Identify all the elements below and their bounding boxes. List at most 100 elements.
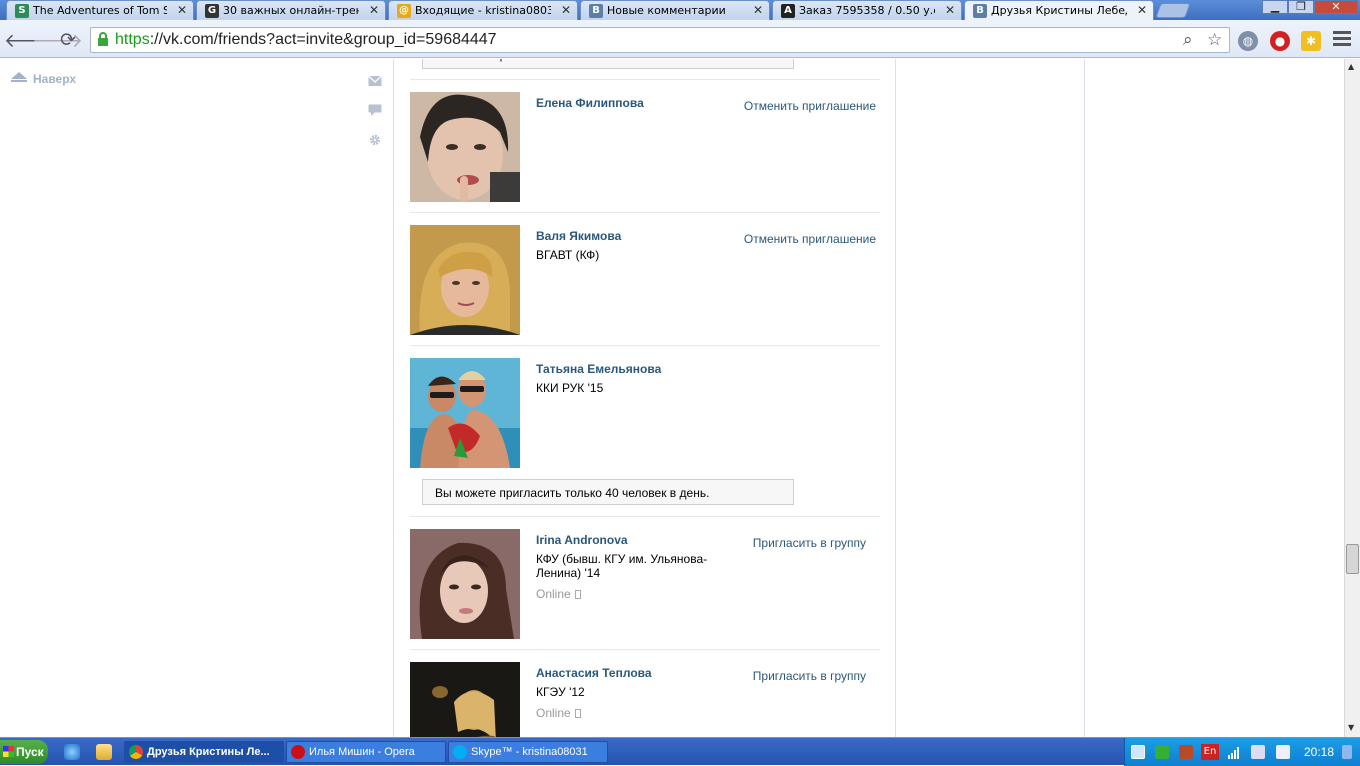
close-tab-icon[interactable]: ✕ [753, 3, 763, 17]
mail-icon[interactable] [368, 75, 382, 87]
new-tab-button[interactable] [1155, 3, 1191, 18]
scroll-up-arrow-icon[interactable] [11, 72, 27, 79]
tab-title: The Adventures of Tom Saw [33, 4, 167, 17]
avatar[interactable] [410, 358, 520, 468]
friend-education: ККИ РУК '15 [536, 381, 604, 395]
cancel-invite-link[interactable]: Отменить приглашение [744, 99, 876, 113]
site-favicon-icon: B [589, 4, 603, 18]
friend-education: КФУ (бывш. КГУ им. Ульянова-Ленина) '14 [536, 552, 708, 580]
volume-icon[interactable] [1276, 745, 1290, 759]
bookmark-star-icon[interactable]: ☆ [1207, 30, 1222, 50]
chrome-icon [129, 745, 143, 759]
taskbar-skype-window[interactable]: Skype™ - kristina08031 [448, 741, 608, 763]
back-to-top-link[interactable]: Наверх [33, 72, 76, 86]
task-label: Илья Мишин - Opera [309, 746, 415, 758]
translate-extension-icon[interactable]: ✱ [1301, 31, 1321, 51]
friend-row: Елена Филиппова Отменить приглашение [410, 80, 880, 213]
close-tab-icon[interactable]: ✕ [369, 3, 379, 17]
ie-quicklaunch-icon[interactable] [64, 744, 80, 760]
friend-row: Irina Andronova КФУ (бывш. КГУ им. Ульян… [410, 517, 880, 650]
opera-icon [291, 745, 305, 759]
online-status: Online [536, 706, 581, 720]
close-window-button[interactable]: ✕ [1314, 0, 1358, 14]
browser-menu-icon[interactable] [1333, 31, 1351, 47]
show-hidden-icons-icon[interactable] [1342, 745, 1352, 759]
friend-name-link[interactable]: Елена Филиппова [536, 96, 644, 110]
maximize-window-button[interactable]: ❐ [1288, 0, 1314, 14]
site-favicon-icon: @ [397, 4, 411, 18]
windows-taskbar: Пуск Друзья Кристины Ле... Илья Мишин - … [0, 737, 1360, 766]
close-tab-icon[interactable]: ✕ [561, 3, 571, 17]
browser-tab-strip: S The Adventures of Tom Saw ✕ G 30 важны… [0, 0, 1360, 20]
close-tab-icon[interactable]: ✕ [945, 3, 955, 17]
browser-tab-2[interactable]: G 30 важных онлайн-трендов ✕ [196, 0, 386, 20]
site-favicon-icon: G [205, 4, 219, 18]
browser-tab-4[interactable]: B Новые комментарии ✕ [580, 0, 770, 20]
friend-name-link[interactable]: Анастасия Теплова [536, 666, 652, 680]
url-text: https://vk.com/friends?act=invite&group_… [115, 31, 497, 48]
friend-education: КГЭУ '12 [536, 685, 585, 699]
signal-icon[interactable] [1227, 745, 1241, 759]
task-label: Skype™ - kristina08031 [471, 746, 588, 758]
security-check-icon[interactable] [1155, 745, 1169, 759]
online-status: Online [536, 587, 581, 601]
site-favicon-icon: A [781, 4, 795, 18]
avatar[interactable] [410, 529, 520, 639]
language-indicator[interactable]: En [1201, 744, 1219, 760]
friend-name-link[interactable]: Валя Якимова [536, 229, 621, 243]
taskbar-chrome-window[interactable]: Друзья Кристины Ле... [124, 741, 284, 763]
right-panel-border [1084, 59, 1085, 737]
start-label: Пуск [16, 745, 44, 759]
browser-tab-6-active[interactable]: B Друзья Кристины Лебедев ✕ [964, 0, 1154, 20]
close-tab-icon[interactable]: ✕ [1137, 3, 1147, 17]
invite-to-group-link[interactable]: Пригласить в группу [753, 669, 866, 683]
tab-title: Новые комментарии [607, 4, 726, 17]
browser-tab-3[interactable]: @ Входящие - kristina0803@m ✕ [388, 0, 578, 20]
scrollbar-thumb[interactable] [1346, 544, 1359, 574]
windows-logo-icon [3, 746, 14, 757]
folder-quicklaunch-icon[interactable] [96, 744, 112, 760]
tab-title: Заказ 7595358 / 0.50 у.е. / [799, 4, 935, 17]
taskbar-opera-window[interactable]: Илья Мишин - Opera [286, 741, 446, 763]
friend-name-link[interactable]: Татьяна Емельянова [536, 362, 661, 376]
tab-title: 30 важных онлайн-трендов [223, 4, 359, 17]
invite-to-group-link[interactable]: Пригласить в группу [753, 536, 866, 550]
adblock-extension-icon[interactable]: ● [1270, 31, 1290, 51]
minimize-window-button[interactable]: ▁ [1262, 0, 1288, 14]
scroll-down-icon[interactable]: ▼ [1348, 723, 1354, 732]
page-scrollbar[interactable]: ▲ ▼ [1344, 59, 1360, 737]
avatar[interactable] [410, 92, 520, 202]
scroll-up-arrow-bar [11, 80, 27, 82]
task-label: Друзья Кристины Ле... [147, 746, 270, 758]
cancel-invite-link[interactable]: Отменить приглашение [744, 232, 876, 246]
site-favicon-icon: S [15, 4, 29, 18]
gear-icon[interactable] [368, 134, 382, 146]
usb-device-icon[interactable] [1251, 745, 1265, 759]
reload-icon[interactable]: ⟳ [60, 29, 76, 51]
friend-name-link[interactable]: Irina Andronova [536, 533, 628, 547]
comment-icon[interactable] [368, 104, 382, 116]
antivirus-icon[interactable] [1179, 745, 1193, 759]
close-tab-icon[interactable]: ✕ [177, 3, 187, 17]
page-viewport: Наверх его в сообщества. [0, 59, 1344, 737]
skype-icon [453, 745, 467, 759]
avatar[interactable] [410, 225, 520, 335]
lock-icon [98, 32, 108, 46]
browser-tab-1[interactable]: S The Adventures of Tom Saw ✕ [6, 0, 194, 20]
content-right-border [895, 59, 896, 737]
mobile-phone-icon [574, 590, 581, 599]
start-button[interactable]: Пуск [0, 740, 48, 764]
browser-tab-5[interactable]: A Заказ 7595358 / 0.50 у.е. / ✕ [772, 0, 962, 20]
friend-row: Валя Якимова ВГАВТ (КФ) Отменить приглаш… [410, 213, 880, 346]
globe-extension-icon[interactable]: ◍ [1238, 31, 1258, 51]
scroll-up-icon[interactable]: ▲ [1348, 62, 1354, 71]
friend-education: ВГАВТ (КФ) [536, 248, 600, 262]
tab-title: Друзья Кристины Лебедев [991, 4, 1127, 17]
notice-divider [410, 497, 880, 517]
address-bar[interactable]: https://vk.com/friends?act=invite&group_… [90, 27, 1230, 53]
mobile-phone-icon [574, 709, 581, 718]
avatar[interactable] [410, 662, 520, 737]
friend-row: Анастасия Теплова КГЭУ '12 Online Пригла… [410, 650, 880, 737]
zoom-icon[interactable]: ⌕ [1183, 30, 1193, 50]
network-monitor-icon[interactable] [1131, 745, 1145, 759]
